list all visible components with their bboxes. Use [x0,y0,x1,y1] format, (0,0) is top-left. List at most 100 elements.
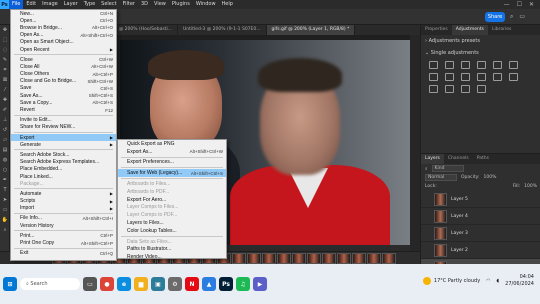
timeline-frame[interactable] [382,252,396,264]
timeline-frame[interactable] [322,252,336,264]
menu-type[interactable]: Type [81,0,98,9]
tab-libraries[interactable]: Libraries [488,25,515,35]
file-menu-item-close[interactable]: Close Ctrl+W [11,56,116,63]
file-menu-item-import[interactable]: Import ▶ [11,205,116,212]
channel-mixer-icon[interactable] [477,73,486,81]
file-menu-item-new[interactable]: New... Ctrl+N [11,10,116,17]
quick-select-tool-icon[interactable]: ✎ [0,55,10,65]
brightness-contrast-icon[interactable] [429,61,438,69]
clock[interactable]: 04:04 27/06/2024 [505,274,534,288]
crop-tool-icon[interactable]: ⌗ [0,65,10,75]
exposure-icon[interactable] [477,61,486,69]
brush-tool-icon[interactable]: ✐ [0,105,10,115]
tab-paths[interactable]: Paths [473,154,493,164]
menu-view[interactable]: View [151,0,169,9]
menu-file[interactable]: File [9,0,24,9]
export-menu-item-export-for-aero[interactable]: Export For Aero... [118,196,226,204]
windows-start-icon[interactable]: ⊞ [3,277,17,291]
menu-select[interactable]: Select [98,0,119,9]
hue-saturation-icon[interactable] [509,61,518,69]
timeline-frame[interactable] [277,252,291,264]
move-tool-icon[interactable]: ✥ [0,25,10,35]
file-menu-item-automate[interactable]: Automate ▶ [11,190,116,197]
adjustments-presets-header[interactable]: › Adjustments presets [421,35,540,47]
menu-3d[interactable]: 3D [138,0,151,9]
menu-edit[interactable]: Edit [23,0,39,9]
file-menu-item-place-embedded[interactable]: Place Embedded... [11,166,116,173]
file-explorer-icon[interactable]: ▆ [134,277,148,291]
file-menu-item-scripts[interactable]: Scripts ▶ [11,198,116,205]
pen-tool-icon[interactable]: ✒ [0,175,10,185]
file-menu-item-print-one-copy[interactable]: Print One Copy Alt+Shift+Ctrl+P [11,239,116,246]
single-adjustments-header[interactable]: ⌄ Single adjustments [421,47,540,59]
timeline-frame[interactable] [367,252,381,264]
healing-tool-icon[interactable]: ✚ [0,95,10,105]
tab-layers[interactable]: Layers [421,154,444,164]
file-menu-item-browse-in-bridge[interactable]: Browse in Bridge... Alt+Ctrl+O [11,24,116,31]
curves-icon[interactable] [461,61,470,69]
file-menu-item-close-and-go-to-bridge[interactable]: Close and Go to Bridge... Shift+Ctrl+W [11,78,116,85]
layer-row[interactable]: Layer 5 [421,191,540,208]
file-menu-item-share-for-review-new[interactable]: Share for Review NEW... [11,124,116,131]
export-menu-item-layers-to-files[interactable]: Layers to Files... [118,219,226,227]
threshold-icon[interactable] [445,85,454,93]
levels-icon[interactable] [445,61,454,69]
maximize-icon[interactable]: ☐ [517,1,522,8]
blur-tool-icon[interactable]: ◍ [0,155,10,165]
timeline-frame[interactable] [352,252,366,264]
settings-icon[interactable]: ⚙ [168,277,182,291]
file-menu-item-print[interactable]: Print... Ctrl+P [11,232,116,239]
photoshop-icon[interactable]: Ps [219,277,233,291]
share-button[interactable]: Share [485,12,505,22]
timeline-frame[interactable] [232,252,246,264]
marquee-tool-icon[interactable]: ⬚ [0,35,10,45]
file-menu-item-search-adobe-stock[interactable]: Search Adobe Stock... [11,151,116,158]
search-icon[interactable]: ⌕ [510,13,513,21]
color-balance-icon[interactable] [429,73,438,81]
tab-adjustments[interactable]: Adjustments [451,25,488,35]
tab-channels[interactable]: Channels [444,154,473,164]
export-menu-item-export-preferences[interactable]: Export Preferences... [118,159,226,167]
file-menu-item-open[interactable]: Open... Ctrl+O [11,17,116,24]
wifi-icon[interactable]: ◠ [486,278,490,284]
spotify-icon[interactable]: ♫ [236,277,250,291]
store-icon[interactable]: ▣ [151,277,165,291]
blend-mode-select[interactable]: Normal [425,174,457,181]
timeline-frame[interactable] [337,252,351,264]
selective-color-icon[interactable] [477,85,486,93]
file-menu-item-place-linked[interactable]: Place Linked... [11,173,116,180]
photos-icon[interactable]: ▲ [202,277,216,291]
menu-plugins[interactable]: Plugins [169,0,193,9]
chrome-icon[interactable]: ● [100,277,114,291]
posterize-icon[interactable] [429,85,438,93]
layer-row[interactable]: Layer 2 [421,242,540,259]
menu-help[interactable]: Help [219,0,236,9]
fill-value[interactable]: 100% [524,184,537,189]
file-menu-item-save[interactable]: Save Ctrl+S [11,85,116,92]
timeline-frame[interactable] [262,252,276,264]
netflix-icon[interactable]: N [185,277,199,291]
weather-widget[interactable]: 17°C Partly cloudy [422,277,480,285]
type-tool-icon[interactable]: T [0,185,10,195]
file-menu-item-search-adobe-express-templates[interactable]: Search Adobe Express Templates... [11,159,116,166]
layer-kind-select[interactable]: Kind [431,165,464,172]
file-menu-item-open-as-smart-object[interactable]: Open as Smart Object... [11,39,116,46]
tab-gifs[interactable]: gifs.gif @ 200% (Layer 1, RGB/8) * [266,25,356,35]
volume-icon[interactable]: ◖ [497,278,500,284]
file-menu-item-close-all[interactable]: Close All Alt+Ctrl+W [11,63,116,70]
close-icon[interactable]: ✕ [529,1,534,8]
path-select-icon[interactable]: ➤ [0,195,10,205]
file-menu-item-export[interactable]: Export ▶ [11,134,116,142]
dodge-tool-icon[interactable]: ○ [0,165,10,175]
menu-window[interactable]: Window [193,0,219,9]
file-menu-item-save-as[interactable]: Save As... Shift+Ctrl+S [11,92,116,99]
menu-layer[interactable]: Layer [61,0,81,9]
export-menu-item-export-as[interactable]: Export As... Alt+Shift+Ctrl+W [118,148,226,156]
minimize-icon[interactable]: — [504,1,510,8]
invert-icon[interactable] [509,73,518,81]
stamp-tool-icon[interactable]: ⊥ [0,115,10,125]
edge-icon[interactable]: e [117,277,131,291]
file-menu-item-close-others[interactable]: Close Others Alt+Ctrl+P [11,71,116,78]
frame-tool-icon[interactable]: ⊠ [0,75,10,85]
timeline-frame[interactable] [247,252,261,264]
